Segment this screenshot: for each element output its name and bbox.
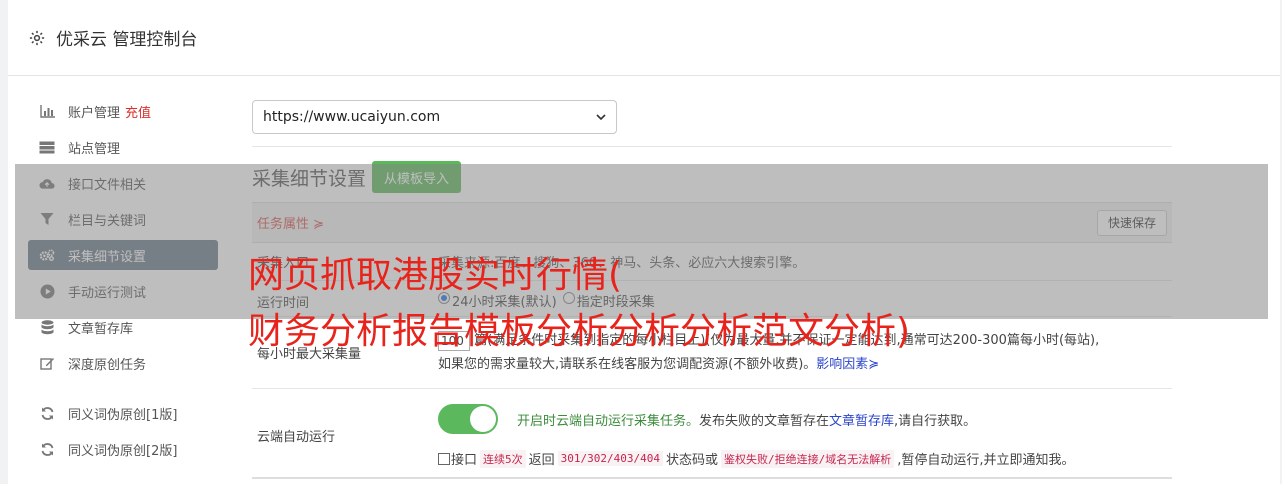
table-header: 任务属性 ≽ 快速保存 [252,203,1172,243]
row-label: 采集入口 [257,256,310,271]
edit-icon [39,355,55,371]
collect-source-text: 采集来源:百度、搜狗、360、神马、头条、必应六大搜索引擎。 [438,256,806,271]
max-per-hour-input[interactable]: 100 [438,330,470,351]
play-circle-icon [39,283,55,299]
table-row: 运行时间 24小时采集(默认) 指定时段采集 [252,281,1172,317]
toggle-desc-b: ,请自行获取。 [894,413,977,429]
sidebar-item-sites[interactable]: 站点管理 [28,132,218,162]
sidebar-item-label: 深度原创任务 [68,357,147,373]
impact-factors-link[interactable]: 影响因素 [816,357,868,372]
sidebar: 账户管理 充值 站点管理 接口文件相关 栏目与关键词 采集细节设置 手动运行测试… [28,96,218,470]
radio-time-range[interactable] [562,292,575,304]
gear-icon [29,30,45,45]
sidebar-item-label: 采集细节设置 [68,249,147,265]
task-properties-toggle[interactable]: 任务属性 ≽ [257,213,324,232]
cloud-auto-run-value: 开启时云端自动运行采集任务。 发布失败的文章暂存在 文章暂存库 ,请自行获取。 … [438,389,1172,477]
sidebar-item-account[interactable]: 账户管理 充值 [28,96,218,126]
pause-on-error-checkbox[interactable] [438,452,450,465]
cb-text: 状态码或 [666,453,719,468]
divider [252,146,1172,147]
sidebar-item-label: 同义词伪原创[2版] [68,443,178,459]
row-label: 运行时间 [257,296,310,311]
bar-chart-icon [39,103,55,119]
code-status: 301/302/403/404 [557,451,663,466]
settings-table: 任务属性 ≽ 快速保存 采集入口 采集来源:百度、搜狗、360、神马、头条、必应… [252,202,1172,479]
sidebar-item-columns-keywords[interactable]: 栏目与关键词 [28,204,218,234]
refresh-icon [39,405,55,421]
filter-icon [39,211,55,227]
sidebar-item-label: 文章暂存库 [68,321,134,337]
max-collect-desc-2: 如果您的需求量较大,请联系在线客服为您调配资源(不额外收费)。 [438,357,817,372]
code-consecutive: 连续5次 [480,449,526,468]
sidebar-item-synonym-v2[interactable]: 同义词伪原创[2版] [28,434,218,464]
toggle-on-text: 开启时云端自动运行采集任务。 [517,413,700,429]
refresh-icon [39,441,55,457]
sidebar-item-article-storage[interactable]: 文章暂存库 [28,312,218,342]
cloud-auto-run-toggle[interactable] [438,404,498,434]
sidebar-item-collect-settings[interactable]: 采集细节设置 [28,240,218,270]
server-icon [39,139,55,155]
gears-icon [39,247,55,263]
import-template-button[interactable]: 从模板导入 [372,161,462,193]
radio-24h[interactable] [438,292,450,304]
cloud-upload-icon [39,175,55,191]
site-select-value: https://www.ucaiyun.com [263,109,441,125]
page: 优采云 管理控制台 账户管理 充值 站点管理 接口文件相关 栏目与关键词 采集细… [8,0,1280,484]
sidebar-item-synonym-v1[interactable]: 同义词伪原创[1版] [28,398,218,428]
recharge-link[interactable]: 充值 [125,102,151,121]
run-time-options: 24小时采集(默认) 指定时段采集 [438,281,1172,316]
sidebar-item-label: 同义词伪原创[1版] [68,407,178,423]
table-row: 云端自动运行 开启时云端自动运行采集任务。 发布失败的文章暂存在 文章暂存库 ,… [252,389,1172,479]
radio-24h-label: 24小时采集(默认) [452,295,557,310]
sidebar-item-label: 站点管理 [68,141,121,157]
max-collect-value: 100 篇(满足条件时采集到指定的每小栏目上)(仅为最大量,并不保证一定能达到,… [438,317,1172,388]
article-storage-link[interactable]: 文章暂存库 [829,410,894,429]
table-row: 采集入口 采集来源:百度、搜狗、360、神马、头条、必应六大搜索引擎。 [252,243,1172,281]
sidebar-item-interface-files[interactable]: 接口文件相关 [28,168,218,198]
section-title: 采集细节设置 [252,167,367,190]
sidebar-item-manual-run[interactable]: 手动运行测试 [28,276,218,306]
radio-time-range-label: 指定时段采集 [576,295,655,310]
sidebar-item-label: 接口文件相关 [68,177,147,193]
quick-save-button[interactable]: 快速保存 [1096,209,1167,236]
main-panel: https://www.ucaiyun.com 采集细节设置 从模板导入 任务属… [252,100,1172,479]
console-title: 优采云 管理控制台 [56,30,198,50]
sidebar-item-label: 账户管理 [68,105,121,121]
chevron-down-icon [596,114,606,121]
table-row: 每小时最大采集量 100 篇(满足条件时采集到指定的每小栏目上)(仅为最大量,并… [252,317,1172,389]
chevron-down-icon: ≽ [868,357,880,372]
site-select[interactable]: https://www.ucaiyun.com [252,100,617,134]
database-icon [39,319,55,335]
max-collect-desc: 篇(满足条件时采集到指定的每小栏目上)(仅为最大量,并不保证一定能达到,通常可达… [474,333,1100,348]
cb-text: ,暂停自动运行,并立即通知我。 [897,453,1075,468]
code-errors: 鉴权失败/拒绝连接/域名无法解析 [721,449,895,468]
toggle-desc-a: 发布失败的文章暂存在 [699,413,830,429]
row-label: 云端自动运行 [257,429,336,445]
row-label: 每小时最大采集量 [257,347,362,362]
sidebar-item-deep-original[interactable]: 深度原创任务 [28,348,218,378]
section-header: 采集细节设置 从模板导入 [252,161,1172,193]
cb-text: 返回 [528,453,555,468]
top-bar: 优采云 管理控制台 [8,0,1280,76]
cb-text: 接口 [451,453,478,468]
sidebar-item-label: 手动运行测试 [68,285,147,301]
sidebar-item-label: 栏目与关键词 [68,213,147,229]
